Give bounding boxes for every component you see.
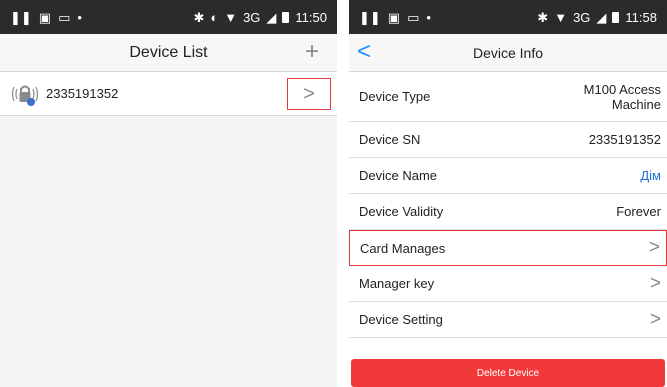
- lock-wireless-icon: [11, 85, 39, 106]
- bluetooth-icon: ✱: [193, 9, 205, 25]
- battery-icon: [282, 11, 290, 23]
- device-info-screen: ❚❚ ▣ ▭ • ✱ ▼ 3G ◢ 11:58 < Device Info De…: [349, 0, 667, 387]
- status-bar: ❚❚ ▣ ▭ • ✱ ▼ 3G ◢ 11:58: [349, 0, 667, 34]
- bluetooth-icon: ✱: [537, 9, 549, 25]
- device-list-item[interactable]: 2335191352 >: [0, 72, 337, 116]
- image-icon: ▭: [58, 9, 71, 25]
- network-type: 3G: [573, 9, 591, 25]
- chevron-right-icon: >: [648, 237, 660, 258]
- device-setting-label: Device Setting: [359, 312, 443, 327]
- add-device-button[interactable]: +: [305, 38, 319, 66]
- card-manages-label: Card Manages: [360, 240, 446, 256]
- wifi-icon: ▼: [224, 9, 238, 25]
- device-name-row[interactable]: Device Name Дім: [349, 158, 667, 194]
- device-name-value[interactable]: Дім: [640, 168, 661, 183]
- device-sn-label: Device SN: [359, 132, 421, 147]
- device-type-row: Device Type M100 Access Machine: [349, 72, 667, 122]
- signal-icon: ◢: [266, 9, 277, 25]
- image-icon: ▭: [407, 9, 420, 25]
- signal-icon: ◢: [596, 9, 607, 25]
- delete-device-button[interactable]: Delete Device: [351, 359, 665, 387]
- back-button[interactable]: <: [357, 38, 371, 66]
- manager-key-row[interactable]: Manager key >: [349, 266, 667, 302]
- battery-icon: [612, 11, 620, 23]
- device-validity-value: Forever: [616, 204, 661, 219]
- status-bar: ❚❚ ▣ ▭ • ✱ ◐ ▼ 3G ◢ 11:50: [0, 0, 337, 34]
- device-validity-label: Device Validity: [359, 204, 444, 219]
- chevron-right-icon: >: [649, 272, 661, 294]
- manager-key-label: Manager key: [359, 276, 435, 291]
- status-time: 11:58: [625, 9, 657, 25]
- device-type-value: M100 Access Machine: [583, 81, 661, 112]
- device-name-label: Device Name: [359, 168, 438, 183]
- network-type: 3G: [243, 9, 261, 25]
- device-type-label: Device Type: [359, 89, 431, 104]
- page-title: Device List: [129, 43, 208, 61]
- nav-bar: Device List +: [0, 34, 337, 72]
- device-setting-row[interactable]: Device Setting >: [349, 302, 667, 338]
- location-icon: •: [426, 9, 431, 25]
- pause-icon: ❚❚: [10, 9, 32, 25]
- location-icon: •: [77, 9, 82, 25]
- page-title: Device Info: [472, 44, 544, 61]
- device-sn: 2335191352: [46, 86, 119, 101]
- status-time: 11:50: [295, 9, 327, 25]
- data-saver-icon: ◐: [210, 9, 219, 25]
- pause-icon: ❚❚: [359, 9, 381, 25]
- chevron-right-icon: >: [649, 308, 661, 330]
- chevron-right-icon[interactable]: >: [287, 78, 331, 110]
- device-info-list: Device Type M100 Access Machine Device S…: [349, 72, 667, 338]
- device-list-screen: ❚❚ ▣ ▭ • ✱ ◐ ▼ 3G ◢ 11:50 Device List + …: [0, 0, 337, 387]
- device-sn-value: 2335191352: [588, 132, 661, 147]
- card-manages-row[interactable]: Card Manages >: [349, 230, 667, 266]
- facebook-icon: ▣: [38, 9, 52, 25]
- device-validity-row: Device Validity Forever: [349, 194, 667, 230]
- wifi-icon: ▼: [554, 9, 568, 25]
- device-sn-row: Device SN 2335191352: [349, 122, 667, 158]
- facebook-icon: ▣: [387, 9, 401, 25]
- nav-bar: < Device Info: [349, 34, 667, 72]
